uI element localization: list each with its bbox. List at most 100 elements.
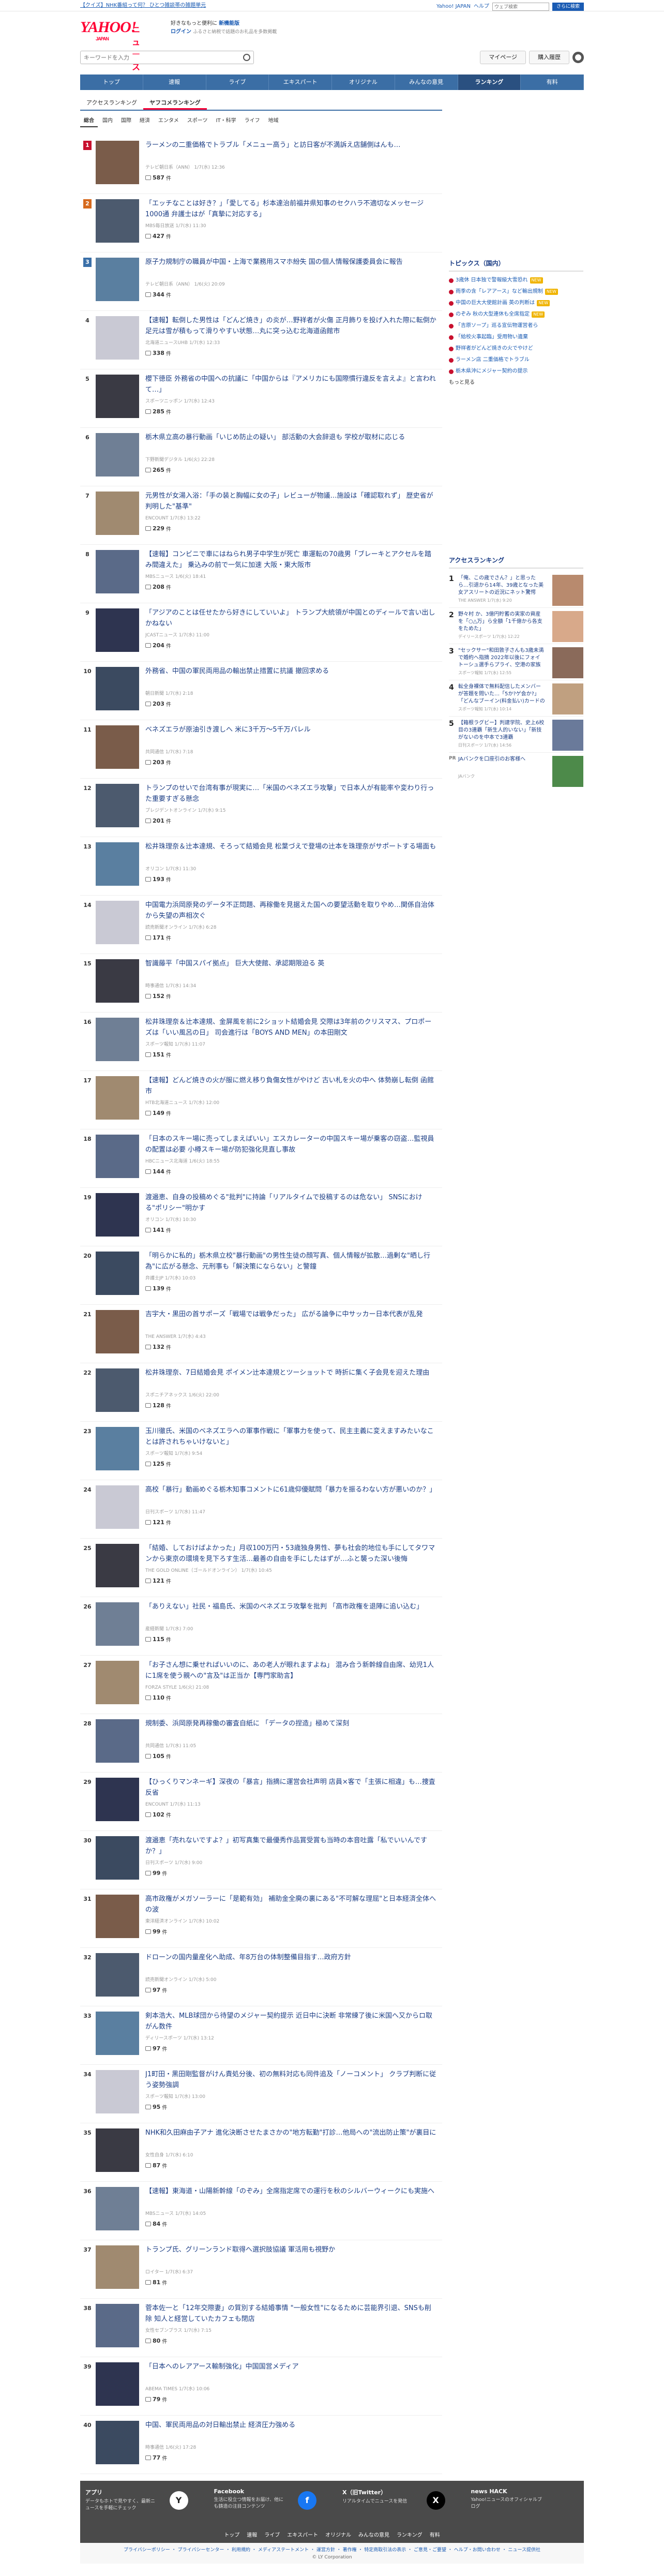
ranking-item[interactable]: 37 トランプ氏、グリーンランド取得へ選択肢協議 軍活用も視野か ロイター 1/7(… — [80, 2240, 442, 2299]
article-title[interactable]: 中国、軍民両用品の対日輸出禁止 経済圧力強める — [145, 2420, 437, 2431]
comment-count[interactable]: 204 件 — [145, 642, 171, 649]
tab-access-ranking[interactable]: アクセスランキング — [80, 96, 143, 110]
article-title[interactable]: 松井珠理奈＆辻本達規、そろって結婚会見 松葉づえで登場の辻本を珠理奈がサポートす… — [145, 841, 437, 852]
comment-count[interactable]: 95 件 — [145, 2103, 167, 2111]
comment-count[interactable]: 102 件 — [145, 1811, 171, 1819]
access-ranking-item[interactable]: 4 転全身裸体で無料配信したメンバーが答題を問いた…「5か?ゲ会か?」「どんなブー… — [449, 680, 583, 717]
comment-count[interactable]: 208 件 — [145, 583, 171, 591]
access-article-title[interactable]: "セックサー"和田敦子さんも3歳未満で婚約へ指摘 2022年以後にフォイトーシュ… — [458, 647, 545, 669]
article-thumbnail[interactable] — [96, 901, 139, 944]
ranking-item[interactable]: 31 高市政権がメガソーラーに「是範有効」 補助金全廃の裏にある"不可解な理屈"と… — [80, 1889, 442, 1948]
article-thumbnail[interactable] — [96, 2362, 139, 2406]
footer-nav-ranking[interactable]: ランキング — [397, 2530, 422, 2538]
article-title[interactable]: 【速報】東海道・山陽新幹線「のぞみ」全席指定席での運行を秋のシルバーウィークにも… — [145, 2186, 437, 2197]
article-thumbnail[interactable] — [96, 433, 139, 477]
article-title[interactable]: 栃木県立高の暴行動画「いじめ防止の疑い」 部活動の大会辞退も 学校が取材に応じる — [145, 432, 437, 443]
ranking-item[interactable]: 15 智識藤平「中国スパイ拠点」 巨大大使館、承認期限迫る 英時事通信 1/7(水… — [80, 954, 442, 1012]
article-thumbnail[interactable] — [96, 842, 139, 886]
ranking-item[interactable]: 3 原子力規制庁の職員が中国・上海で業務用スマホ紛失 国の個人情報保護委員会に報告… — [80, 252, 442, 311]
article-title[interactable]: 智識藤平「中国スパイ拠点」 巨大大使館、承認期限迫る 英 — [145, 958, 437, 969]
pr-item[interactable]: PR JAバンクを口座引のお客様へ JAバンク — [449, 753, 583, 789]
comment-count[interactable]: 201 件 — [145, 817, 171, 825]
ranking-item[interactable]: 9 「アジアのことは任せたから好きにしていいよ」 トランプ大統領が中国とのディール… — [80, 603, 442, 662]
article-title[interactable]: 「結婚、しておけばよかった」月収100万円・53歳独身男性、夢も社会的地位も手に… — [145, 1543, 437, 1565]
comment-count[interactable]: 79 件 — [145, 2395, 167, 2403]
footer-nav-paid[interactable]: 有料 — [430, 2530, 440, 2538]
ranking-item[interactable]: 40 中国、軍民両用品の対日輸出禁止 経済圧力強める 時事通信 1/6(火) 17:… — [80, 2416, 442, 2474]
help-link[interactable]: ヘルプ — [474, 1, 489, 12]
topic-item[interactable]: 3歳休 日本独で警報級大雪恐れ NEW — [449, 275, 583, 286]
footer-news-hack[interactable]: news HACK Yahoo!ニュースのオフィシャルブログ — [471, 2488, 579, 2512]
article-thumbnail[interactable] — [96, 667, 139, 710]
article-title[interactable]: 高校「暴行」動画めぐる栃木知事コメントに61歳仰優賦問「暴力を振るわない方が悪い… — [145, 1484, 437, 1495]
footer-nav-opinion[interactable]: みんなの意見 — [358, 2530, 389, 2538]
access-thumbnail[interactable] — [552, 720, 583, 751]
ranking-item[interactable]: 36 【速報】東海道・山陽新幹線「のぞみ」全席指定席での運行を秋のシルバーウィーク… — [80, 2182, 442, 2240]
topic-item[interactable]: 野祥者がどんど焼きの火でやけど — [449, 343, 583, 354]
footer-nav-expert[interactable]: エキスパート — [287, 2530, 318, 2538]
article-thumbnail[interactable] — [96, 1661, 139, 1704]
article-title[interactable]: 中国電力浜岡原発のデータ不正問題、再稼働を見据えた国への要望活動を取りやめ…関係… — [145, 900, 437, 921]
article-thumbnail[interactable] — [96, 1602, 139, 1646]
ranking-item[interactable]: 35 NHK和久田麻由子アナ 進化決断させたまさかの"地方転勤"打診…他局への"流… — [80, 2123, 442, 2182]
ranking-item[interactable]: 38 菅本佐一と「12年交際妻」の質別する結婚事情 "一般女性"になるために芸能界… — [80, 2299, 442, 2357]
comment-count[interactable]: 125 件 — [145, 1460, 171, 1468]
topic-item[interactable]: 栃木県沖にメジャー契約の提示 — [449, 366, 583, 377]
ranking-item[interactable]: 13 松井珠理奈＆辻本達規、そろって結婚会見 松葉づえで登場の辻本を珠理奈がサポー… — [80, 837, 442, 896]
article-thumbnail[interactable] — [96, 1310, 139, 1353]
ranking-item[interactable]: 28 規制委、浜岡原発再稼働の審査自紙に 「データの捏造」極めて深刻 共同通信 1/… — [80, 1714, 442, 1773]
article-title[interactable]: 規制委、浜岡原発再稼働の審査自紙に 「データの捏造」極めて深刻 — [145, 1718, 437, 1729]
article-thumbnail[interactable] — [96, 1953, 139, 1997]
comment-count[interactable]: 149 件 — [145, 1109, 171, 1117]
top-notice-link[interactable]: 【クイズ】NHK番組って何？ ひとつ雑談帯の雑題単元 — [80, 3, 206, 8]
article-thumbnail[interactable] — [96, 2304, 139, 2347]
comment-count[interactable]: 139 件 — [145, 1285, 171, 1292]
comment-count[interactable]: 344 件 — [145, 291, 171, 299]
article-thumbnail[interactable] — [96, 1135, 139, 1178]
article-thumbnail[interactable] — [96, 2187, 139, 2230]
tab-world[interactable]: 国際 — [117, 115, 135, 127]
ranking-item[interactable]: 30 渡邉恵「売れないですよ？」初写真集で最優秀作品賞受賞も当時の本音吐露「私でい… — [80, 1831, 442, 1889]
comment-count[interactable]: 132 件 — [145, 1343, 171, 1351]
nav-opinion[interactable]: みんなの意見 — [395, 75, 458, 90]
article-thumbnail[interactable] — [96, 375, 139, 418]
article-thumbnail[interactable] — [96, 1778, 139, 1821]
news-search-input[interactable] — [84, 54, 243, 61]
ranking-item[interactable]: 8 【速報】コンビニで車にはねられ男子中学生が死亡 車運転の70歳男「ブレーキとア… — [80, 545, 442, 603]
article-title[interactable]: 渡邉恵、自身の投稿めぐる"批判"に持論「リアルタイムで投稿するのは危ない」 SN… — [145, 1192, 437, 1214]
comment-count[interactable]: 77 件 — [145, 2454, 167, 2462]
ranking-item[interactable]: 39 「日本へのレアアース輸制強化」中国国営メディア ABEMA TIMES 1/7… — [80, 2357, 442, 2416]
comment-count[interactable]: 193 件 — [145, 875, 171, 883]
comment-count[interactable]: 97 件 — [145, 2045, 167, 2052]
ranking-item[interactable]: 12 トランプのせいで台湾有事が現実に…「米国のベネズエラ攻撃」で日本人が有能率や… — [80, 779, 442, 837]
comment-count[interactable]: 99 件 — [145, 1869, 167, 1877]
tab-entertainment[interactable]: エンタメ — [155, 115, 183, 127]
article-thumbnail[interactable] — [96, 1719, 139, 1763]
footer-app[interactable]: アプリ データもホトで見やすく、最新ニュースを手軽にチェック Y — [85, 2488, 193, 2512]
tab-all[interactable]: 総合 — [80, 115, 98, 127]
article-thumbnail[interactable] — [96, 199, 139, 243]
article-title[interactable]: 「お子さん想に乗せればいいのに、あの老人が眼れますよね」 混み合う新幹線自由席、… — [145, 1660, 437, 1681]
access-article-title[interactable]: 「俺、この歳でさん？」と思ったら…引退から14年、39歳となった美女アスリートの… — [458, 575, 545, 597]
footer-nav-live[interactable]: ライブ — [264, 2530, 280, 2538]
article-thumbnail[interactable] — [96, 784, 139, 827]
article-thumbnail[interactable] — [96, 1544, 139, 1587]
article-title[interactable]: J1町田・黒田剛監督がけん責処分後、初の無料対応も同件追及「ノーコメント」 クラ… — [145, 2069, 437, 2091]
ranking-item[interactable]: 18 「日本のスキー場に売ってしまえばいい」エスカレーターの中国スキー場が乗客の窃… — [80, 1129, 442, 1188]
tab-local[interactable]: 地域 — [265, 115, 282, 127]
article-thumbnail[interactable] — [96, 2245, 139, 2289]
pr-thumbnail[interactable] — [552, 756, 583, 787]
comment-count[interactable]: 427 件 — [145, 232, 171, 240]
article-thumbnail[interactable] — [96, 1368, 139, 1412]
article-title[interactable]: 剣本浩大、MLB球団から待望のメジャー契約提示 近日中に決断 非常練了後に米国へ… — [145, 2011, 437, 2032]
nav-live[interactable]: ライブ — [206, 75, 269, 90]
article-thumbnail[interactable] — [96, 1427, 139, 1470]
topic-item[interactable]: 中国の巨大大使館計画 英の判断は NEW — [449, 297, 583, 309]
tab-domestic[interactable]: 国内 — [99, 115, 116, 127]
ranking-item[interactable]: 1 ラーメンの二重価格でトラブル「メニュー高う」と訪日客が不満訴え店舗側はんも… テ… — [80, 136, 442, 194]
ranking-item[interactable]: 4 【速報】転倒した男性は「どんど焼き」の炎が…野祥者が火傷 正月飾りを投げ入れた… — [80, 311, 442, 369]
comment-count[interactable]: 80 件 — [145, 2337, 167, 2345]
tab-comment-ranking[interactable]: ヤフコメランキング — [143, 96, 207, 110]
article-title[interactable]: 吉宇大・黒田の首サポーズ「戦場では戦争だった」 広がる論争に中サッカー日本代表が… — [145, 1309, 437, 1320]
tab-business[interactable]: 経済 — [136, 115, 154, 127]
